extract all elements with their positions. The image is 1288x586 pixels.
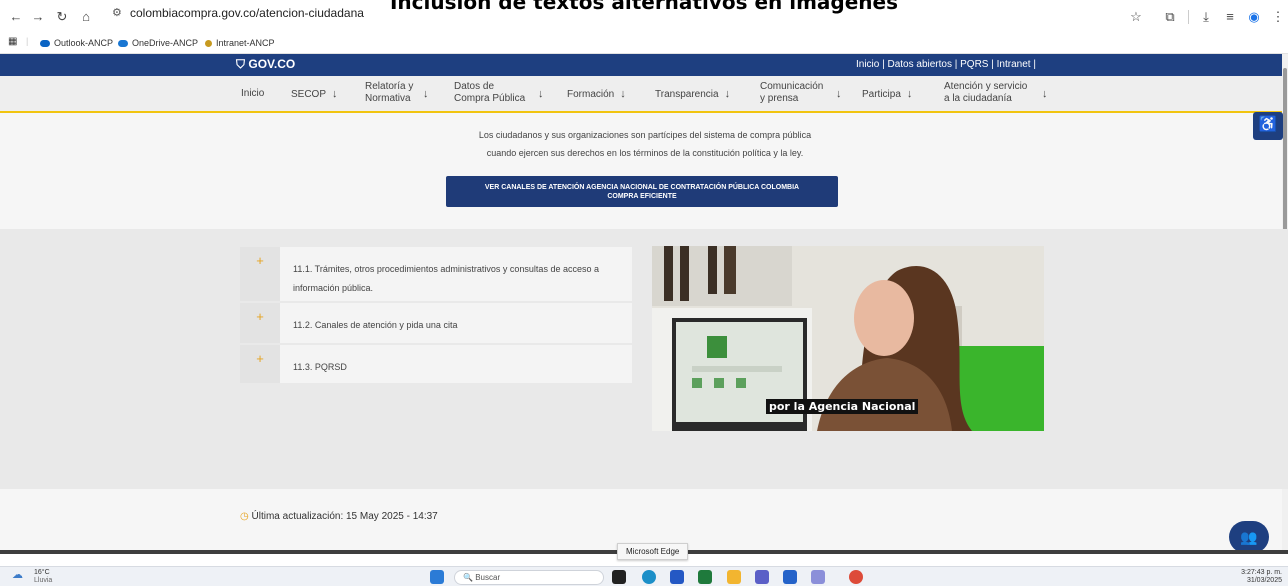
nav-transparencia[interactable]: Transparencia ↓	[655, 88, 730, 101]
gov-bar: ⛉ GOV.CO Inicio | Datos abiertos | PQRS …	[0, 54, 1288, 76]
apps-icon[interactable]: ▦	[8, 36, 17, 47]
nav-secop[interactable]: SECOP ↓	[291, 88, 338, 101]
gov-links[interactable]: Inicio | Datos abiertos | PQRS | Intrane…	[856, 59, 1036, 70]
main-nav: Inicio SECOP ↓ Relatoría y ↓ Normativa Dato…	[0, 76, 1288, 113]
excel-icon[interactable]	[698, 570, 712, 584]
content-band	[0, 229, 1288, 489]
accessibility-icon[interactable]: ♿	[1253, 112, 1283, 140]
arrow-down-icon: ↓	[836, 88, 842, 100]
arrow-down-icon: ↓	[423, 88, 429, 100]
nav-datos-compra[interactable]: Datos de Compra Pública ↓	[454, 81, 544, 105]
outlook-icon	[40, 40, 50, 48]
weather-widget[interactable]: ☁ 16°C Lluvia	[12, 569, 52, 585]
bookmark-onedrive[interactable]: OneDrive-ANCP	[118, 38, 198, 48]
onedrive-icon	[118, 40, 128, 48]
weather-icon: ☁	[12, 569, 23, 581]
gov-logo[interactable]: ⛉ GOV.CO	[236, 57, 295, 72]
accordion-item-pqrsd[interactable]: + 11.3. PQRSD	[240, 345, 632, 383]
intranet-icon	[205, 40, 212, 48]
arrow-down-icon: ↓	[1042, 88, 1048, 100]
video-player[interactable]: por la Agencia Nacional	[652, 246, 1044, 431]
overlay-title: Inclusión de textos alternativos en imág…	[389, 0, 899, 14]
nav-formacion[interactable]: Formación ↓	[567, 88, 626, 101]
accordion-item-tramites[interactable]: + 11.1. Trámites, otros procedimientos a…	[240, 247, 632, 301]
gov-shield-icon: ⛉	[236, 57, 246, 71]
chrome-icon[interactable]	[849, 570, 863, 584]
arrow-down-icon: ↓	[724, 88, 731, 100]
clock-icon: ◷	[240, 511, 249, 522]
arrow-down-icon: ↓	[906, 88, 913, 100]
snipping-tool-icon[interactable]	[811, 570, 825, 584]
taskbar-tooltip: Microsoft Edge	[617, 543, 689, 560]
chat-icon[interactable]: 👥	[1229, 521, 1269, 553]
teams-icon[interactable]	[755, 570, 769, 584]
nav-inicio[interactable]: Inicio	[241, 88, 264, 100]
task-view-icon[interactable]	[612, 570, 626, 584]
bookmark-outlook[interactable]: Outlook-ANCP	[40, 38, 113, 48]
search-icon: 🔍	[463, 573, 473, 582]
system-clock[interactable]: 3:27:43 p. m. 31/03/2025	[1228, 569, 1282, 585]
last-updated: ◷ Última actualización: 15 May 2025 - 14…	[240, 511, 438, 522]
edge-icon[interactable]	[642, 570, 656, 584]
arrow-down-icon: ↓	[620, 88, 626, 100]
page-viewport: ⛉ GOV.CO Inicio | Datos abiertos | PQRS …	[0, 54, 1288, 554]
video-caption: por la Agencia Nacional	[766, 399, 919, 414]
nav-participa[interactable]: Participa ↓	[862, 88, 912, 101]
outlook-app-icon[interactable]	[670, 570, 684, 584]
nav-comunicacion[interactable]: Comunicación ↓ y prensa	[760, 81, 842, 105]
outlook-new-icon[interactable]	[783, 570, 797, 584]
taskbar-search[interactable]: 🔍 Buscar	[454, 570, 604, 585]
file-explorer-icon[interactable]	[727, 570, 741, 584]
plus-icon: +	[240, 303, 280, 343]
ver-canales-button[interactable]: VER CANALES DE ATENCIÓN AGENCIA NACIONAL…	[446, 176, 838, 207]
bookmark-intranet[interactable]: Intranet-ANCP	[205, 38, 275, 48]
taskbar: ☁ 16°C Lluvia 🔍 Buscar 3:27:43 p. m. 31/…	[0, 566, 1288, 586]
windows-start-icon[interactable]	[430, 570, 444, 584]
plus-icon: +	[240, 345, 280, 383]
plus-icon: +	[240, 247, 280, 301]
nav-relatoria[interactable]: Relatoría y ↓ Normativa	[365, 81, 429, 105]
arrow-down-icon: ↓	[332, 88, 338, 100]
nav-atencion[interactable]: Atención y servicio ↓ a la ciudadanía	[944, 81, 1048, 105]
intro-text: Los ciudadanos y sus organizaciones son …	[478, 130, 812, 158]
arrow-down-icon: ↓	[538, 88, 544, 100]
accordion-item-canales[interactable]: + 11.2. Canales de atención y pida una c…	[240, 303, 632, 343]
bookmarks-divider: |	[26, 36, 29, 46]
bookmarks-bar: ▦ | Outlook-ANCP OneDrive-ANCP Intranet-…	[0, 34, 1288, 54]
